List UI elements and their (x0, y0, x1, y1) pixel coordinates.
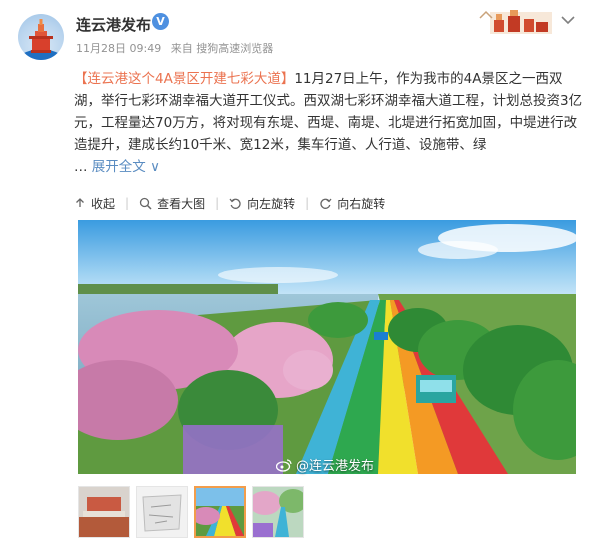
main-image[interactable] (78, 220, 576, 474)
ellipsis: … (74, 159, 88, 175)
image-watermark: @连云港发布 (276, 455, 374, 474)
rotate-right-label: 向右旋转 (337, 196, 386, 211)
topic-link[interactable]: 【连云港这个4A景区开建七彩大道】 (74, 71, 294, 87)
rotate-left-icon (229, 198, 241, 209)
view-large-button[interactable]: 查看大图 (139, 195, 205, 212)
collapse-icon (76, 198, 84, 207)
post-source: 来自 搜狗高速浏览器 (170, 42, 274, 55)
expand-full-text-link[interactable]: 展开全文 ∨ (92, 159, 160, 175)
watermark-text: @连云港发布 (296, 459, 375, 474)
expand-chevron-icon: ∨ (150, 159, 160, 175)
toolbar-separator: | (125, 196, 130, 210)
toolbar-separator: | (305, 196, 310, 210)
avatar-logo-icon (22, 19, 60, 60)
username[interactable]: 连云港发布 (76, 14, 151, 35)
view-large-label: 查看大图 (157, 196, 206, 211)
thumbnail[interactable] (252, 486, 304, 538)
post-date[interactable]: 11月28日 09:49 (76, 42, 161, 55)
image-toolbar: 收起 | 查看大图 | 向左旋转 | 向右旋转 (74, 192, 389, 214)
rainbow-road-rendering (78, 220, 576, 474)
header-decoration (479, 10, 552, 34)
thumbnail-strip (78, 486, 310, 540)
rotate-left-button[interactable]: 向左旋转 (229, 195, 295, 212)
rotate-right-icon (320, 198, 332, 209)
thumbnail[interactable] (78, 486, 130, 538)
zoom-icon (139, 197, 152, 210)
thumbnail-active[interactable] (194, 486, 246, 538)
post-header: 连云港发布 V 11月28日 09:49 来自 搜狗高速浏览器 (0, 0, 594, 68)
post-text: 【连云港这个4A景区开建七彩大道】11月27日上午，作为我市的4A景区之一西双湖… (74, 68, 589, 178)
collapse-label: 收起 (91, 196, 116, 211)
post-meta: 11月28日 09:49 来自 搜狗高速浏览器 (76, 40, 279, 56)
avatar[interactable] (18, 14, 64, 60)
toolbar-separator: | (215, 196, 220, 210)
thumbnail[interactable] (136, 486, 188, 538)
verified-badge: V (152, 13, 169, 30)
rotate-left-label: 向左旋转 (247, 196, 296, 211)
weibo-icon (276, 458, 292, 472)
rotate-right-button[interactable]: 向右旋转 (319, 195, 385, 212)
chevron-down-icon[interactable] (560, 14, 576, 26)
collapse-button[interactable]: 收起 (74, 195, 115, 212)
